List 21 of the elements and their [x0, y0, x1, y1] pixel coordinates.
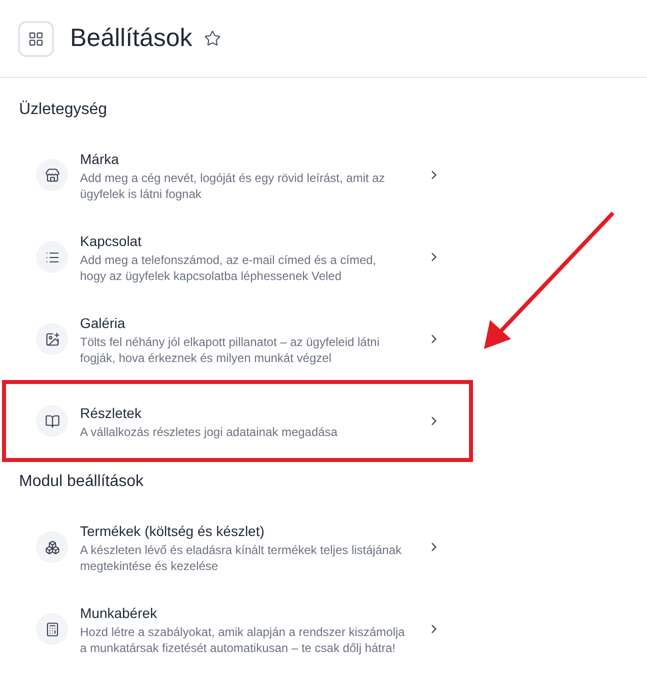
item-title: Galéria: [80, 314, 126, 332]
item-description: Add meg a telefonszámod, az e-mail címed és a címed, hogy az ügyfelek kapcsolatba léphessenek Veled: [80, 252, 378, 284]
item-title: Munkabérek: [80, 604, 158, 622]
section-title: Üzletegység: [18, 100, 108, 120]
settings-item[interactable]: Kapcsolat Add meg a telefonszámod, az e-mail címed és a címed, hogy az ügyfelek kapcsolatba léphessenek Veled: [2, 216, 473, 298]
item-description: Add meg a cég nevét, logóját és egy rövid leírást, amit az ügyfelek is látni fognak: [80, 170, 386, 202]
settings-item[interactable]: Munkabérek Hozd létre a szabályokat, amik alapján a rendszer kiszámolja a munkatársak fizetését automatikusan – te csak dőlj hátra!: [2, 588, 473, 670]
settings-item[interactable]: Termékek (költség és készlet) A készleten lévő és eladásra kínált termékek teljes listájának megtekintése és kezelése: [2, 506, 473, 588]
settings-item[interactable]: Márka Add meg a cég nevét, logóját és egy rövid leírást, amit az ügyfelek is látni fognak: [2, 134, 473, 216]
item-title: Termékek (költség és készlet): [80, 522, 266, 541]
item-title: Kapcsolat: [80, 232, 142, 251]
item-title: Márka: [80, 150, 120, 168]
item-title: Részletek: [80, 404, 142, 422]
item-description: Tölts fel néhány jól elkapott pillanatot – az ügyfeleid látni fogják, hova érkeznek és milyen munkát végzel: [80, 334, 381, 366]
item-description: Hozd létre a szabályokat, amik alapján a rendszer kiszámolja a munkatársak fizetését automatikusan – te csak dőlj hátra!: [80, 624, 405, 656]
settings-item[interactable]: Részletek A vállalkozás részletes jogi adatainak megadása: [2, 380, 473, 462]
item-description: A vállalkozás részletes jogi adatainak megadása: [80, 424, 338, 440]
settings-item[interactable]: Galéria Tölts fel néhány jól elkapott pillanatot – az ügyfeleid látni fogják, hova érkeznek és milyen munkát végzel: [2, 298, 473, 380]
section-title: Modul beállítások: [18, 472, 145, 492]
item-description: A készleten lévő és eladásra kínált termékek teljes listájának megtekintése és kezelése: [80, 542, 402, 574]
page-title: Beállítások: [70, 22, 192, 54]
